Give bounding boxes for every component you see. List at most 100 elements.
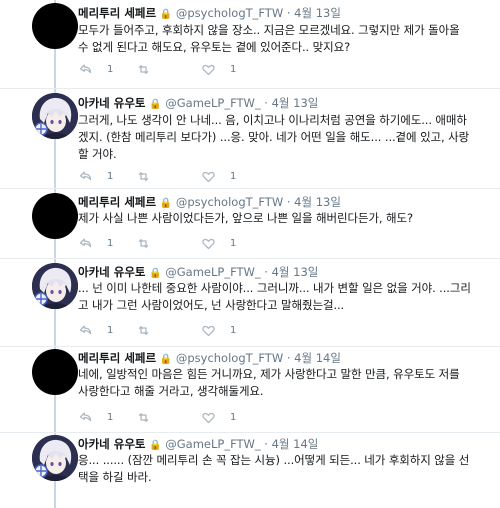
retweet-button[interactable] (136, 236, 165, 251)
reply-icon (79, 238, 92, 248)
display-name[interactable]: 메리투리 세페르 (78, 351, 156, 365)
tweet-text: 모두가 들어주고, 후회하지 않을 장소.. 지금은 모르겠네요. 그렇지만 제… (78, 22, 483, 56)
tweet-text: ... 넌 이미 나한테 중요한 사람이야... 그러니까... 내가 변할 일… (78, 280, 483, 314)
tweet[interactable]: 메리투리 세페르 🔒 @psychologT_FTW · 4월 14일 네에, … (0, 346, 500, 433)
tweet-header: 아카네 유우토 🔒 @GameLP_FTW_ · 4월 13일 (78, 263, 318, 281)
like-button[interactable]: 1 (201, 62, 236, 77)
like-button[interactable]: 1 (201, 410, 236, 425)
tweet[interactable]: 아카네 유우토 🔒 @GameLP_FTW_ · 4월 13일 ... 넌 이미… (0, 258, 500, 347)
tweet-text-line: 할 거야. (78, 147, 117, 161)
retweet-icon (138, 65, 149, 74)
heart-icon (202, 325, 215, 337)
reply-button[interactable]: 1 (78, 323, 113, 338)
retweet-icon (138, 239, 149, 248)
user-handle[interactable]: @GameLP_FTW_ (165, 265, 260, 279)
like-button[interactable]: 1 (201, 323, 236, 338)
reply-icon (79, 171, 92, 181)
tweet-text-line: ... 넌 이미 나한테 중요한 사람이야... 그러니까... 내가 변할 일… (78, 281, 471, 295)
tweet-header: 메리투리 세페르 🔒 @psychologT_FTW · 4월 14일 (78, 349, 341, 367)
anime-avatar-image (32, 93, 78, 139)
separator-dot: · (286, 6, 291, 20)
separator-dot: · (264, 437, 268, 451)
display-name[interactable]: 아카네 유우토 (78, 265, 145, 279)
retweet-button[interactable] (136, 323, 165, 338)
avatar[interactable] (32, 349, 78, 395)
reply-icon (79, 325, 92, 335)
tweet-actions: 1 1 (78, 62, 378, 78)
tweet-text: 그러게, 나도 생각이 안 나네... 음, 이치고나 이나리처럼 공연을 하기… (78, 112, 483, 163)
display-name[interactable]: 아카네 유우토 (78, 437, 145, 451)
lock-icon: 🔒 (159, 354, 173, 365)
lock-icon: 🔒 (149, 99, 162, 110)
heart-icon (202, 171, 215, 183)
tweet-text: 응... ...... (잠깐 메리투리 손 꼭 잡는 시늉) ...어떻게 되… (78, 452, 483, 486)
reply-count: 1 (107, 238, 114, 249)
tweet-text: 네에, 일방적인 마음은 힘든 거니까요, 제가 사랑한다고 말한 만큼, 유우… (78, 366, 483, 400)
tweet-header: 아카네 유우토 🔒 @GameLP_FTW_ · 4월 14일 (78, 435, 318, 453)
retweet-icon (138, 172, 149, 181)
like-count: 1 (230, 238, 237, 249)
avatar[interactable] (32, 263, 78, 309)
avatar[interactable] (32, 193, 78, 239)
tweet[interactable]: 아카네 유우토 🔒 @GameLP_FTW_ · 4월 13일 그러게, 나도 … (0, 88, 500, 189)
tweet[interactable]: 아카네 유우토 🔒 @GameLP_FTW_ · 4월 14일 응... ...… (0, 432, 500, 508)
reply-count: 1 (107, 64, 114, 75)
heart-icon (202, 64, 215, 76)
timestamp[interactable]: 4월 13일 (294, 195, 341, 209)
avatar[interactable] (32, 3, 78, 49)
avatar[interactable] (32, 435, 78, 481)
user-handle[interactable]: @psychologT_FTW (176, 6, 283, 20)
anime-avatar-image (32, 435, 78, 481)
tweet-text-line: 수 없게 된다고 해도요, 유우토는 곁에 있어준다.. 맞지요? (78, 40, 351, 54)
display-name[interactable]: 아카네 유우토 (78, 96, 145, 110)
timestamp[interactable]: 4월 13일 (272, 96, 319, 110)
tweet[interactable]: 메리투리 세페르 🔒 @psychologT_FTW · 4월 13일 모두가 … (0, 0, 500, 89)
reply-count: 1 (107, 171, 114, 182)
timestamp[interactable]: 4월 13일 (272, 265, 319, 279)
retweet-button[interactable] (136, 62, 165, 77)
avatar[interactable] (32, 93, 78, 139)
tweet-text-line: 그러게, 나도 생각이 안 나네... 음, 이치고나 이나리처럼 공연을 하기… (78, 113, 467, 127)
heart-icon (202, 412, 215, 424)
tweet-actions: 1 1 (78, 169, 378, 185)
reply-count: 1 (107, 412, 114, 423)
tweet-text-line: 고 내가 그런 사람이었어도, 넌 사랑한다고 말해줬는걸... (78, 298, 345, 312)
lock-icon: 🔒 (159, 198, 173, 209)
tweet-actions: 1 1 (78, 323, 378, 339)
tweet-text-line: 겠지. (한참 메리투리 보다가) ...응. 맞아. 네가 어떤 일을 해도.… (78, 130, 470, 144)
display-name[interactable]: 메리투리 세페르 (78, 6, 156, 20)
reply-button[interactable]: 1 (78, 236, 113, 251)
reply-button[interactable]: 1 (78, 410, 113, 425)
retweet-icon (138, 326, 149, 335)
reply-button[interactable]: 1 (78, 62, 113, 77)
display-name[interactable]: 메리투리 세페르 (78, 195, 156, 209)
lock-icon: 🔒 (149, 440, 162, 451)
timestamp[interactable]: 4월 13일 (294, 6, 341, 20)
like-count: 1 (230, 412, 237, 423)
tweet-header: 메리투리 세페르 🔒 @psychologT_FTW · 4월 13일 (78, 193, 341, 211)
tweet-text-line: 사랑한다고 해줄 거라고, 생각해둘게요. (78, 384, 264, 398)
user-handle[interactable]: @GameLP_FTW_ (165, 437, 260, 451)
tweet-text-line: 모두가 들어주고, 후회하지 않을 장소.. 지금은 모르겠네요. 그렇지만 제… (78, 23, 460, 37)
separator-dot: · (286, 351, 291, 365)
retweet-button[interactable] (136, 169, 165, 184)
tweet-text: 제가 사실 나쁜 사람이었다든가, 앞으로 나쁜 일을 해버린다든가, 해도? (78, 210, 483, 227)
user-handle[interactable]: @psychologT_FTW (176, 351, 283, 365)
timestamp[interactable]: 4월 14일 (294, 351, 341, 365)
user-handle[interactable]: @psychologT_FTW (176, 195, 283, 209)
tweet-header: 아카네 유우토 🔒 @GameLP_FTW_ · 4월 13일 (78, 94, 318, 112)
tweet-text-line: 네에, 일방적인 마음은 힘든 거니까요, 제가 사랑한다고 말한 만큼, 유우… (78, 367, 460, 381)
timestamp[interactable]: 4월 14일 (272, 437, 319, 451)
reply-button[interactable]: 1 (78, 169, 113, 184)
reply-icon (79, 64, 92, 74)
tweet-actions: 1 1 (78, 236, 378, 252)
lock-icon: 🔒 (159, 9, 173, 20)
like-button[interactable]: 1 (201, 236, 236, 251)
user-handle[interactable]: @GameLP_FTW_ (165, 96, 260, 110)
retweet-button[interactable] (136, 410, 165, 425)
like-count: 1 (230, 171, 237, 182)
like-button[interactable]: 1 (201, 169, 236, 184)
tweet[interactable]: 메리투리 세페르 🔒 @psychologT_FTW · 4월 13일 제가 사… (0, 188, 500, 259)
lock-icon: 🔒 (149, 268, 162, 279)
tweet-header: 메리투리 세페르 🔒 @psychologT_FTW · 4월 13일 (78, 4, 341, 22)
